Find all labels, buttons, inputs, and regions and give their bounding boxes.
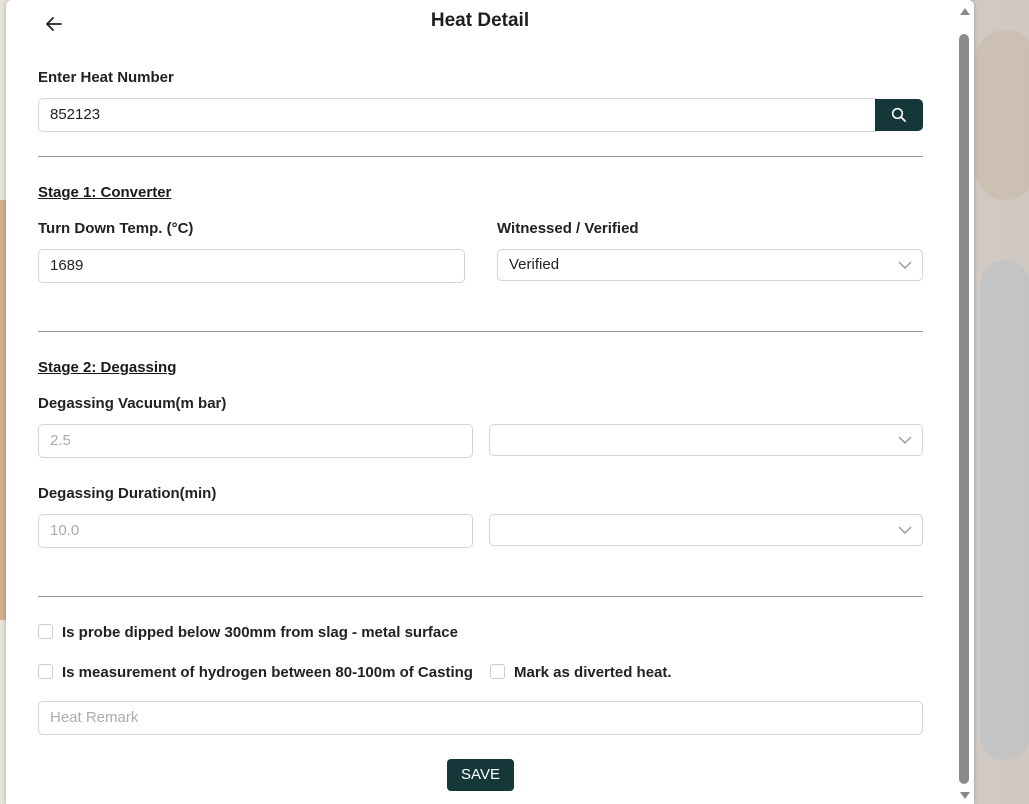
chevron-down-icon: [898, 261, 912, 269]
probe-checkbox-label: Is probe dipped below 300mm from slag - …: [62, 624, 458, 641]
degassing-duration-label: Degassing Duration(min): [38, 485, 217, 502]
degassing-duration-input[interactable]: 10.0: [38, 514, 473, 548]
search-icon: [891, 107, 906, 122]
background-shape: [980, 260, 1029, 760]
heat-remark-input[interactable]: Heat Remark: [38, 701, 923, 735]
divider: [38, 331, 923, 332]
modal-header: Heat Detail: [6, 0, 954, 44]
hydrogen-checkbox-row: Is measurement of hydrogen between 80-10…: [38, 664, 473, 681]
witnessed-select-value: Verified: [509, 256, 560, 273]
diverted-checkbox[interactable]: [490, 664, 505, 679]
save-button[interactable]: SAVE: [447, 759, 514, 791]
probe-checkbox-row: Is probe dipped below 300mm from slag - …: [38, 624, 458, 641]
hydrogen-checkbox[interactable]: [38, 664, 53, 679]
diverted-checkbox-row: Mark as diverted heat.: [490, 664, 672, 681]
chevron-down-icon: [898, 436, 912, 444]
witnessed-label: Witnessed / Verified: [497, 220, 639, 237]
search-button[interactable]: [875, 99, 923, 131]
heat-number-label: Enter Heat Number: [38, 69, 174, 86]
degassing-vacuum-input[interactable]: 2.5: [38, 424, 473, 458]
degassing-vacuum-select[interactable]: [489, 424, 923, 456]
witnessed-select[interactable]: Verified: [497, 249, 923, 281]
scroll-down-icon[interactable]: [959, 791, 971, 801]
divider: [38, 156, 923, 157]
scrollbar-thumb[interactable]: [959, 34, 969, 784]
degassing-duration-select[interactable]: [489, 514, 923, 546]
turn-down-temp-input[interactable]: 1689: [38, 249, 465, 283]
heat-detail-modal: Heat Detail Enter Heat Number 852123 Sta…: [6, 0, 974, 804]
chevron-down-icon: [898, 526, 912, 534]
page-title: Heat Detail: [430, 10, 530, 31]
diverted-checkbox-label: Mark as diverted heat.: [514, 664, 672, 681]
stage1-title: Stage 1: Converter: [38, 184, 172, 201]
heat-number-input[interactable]: 852123: [38, 98, 877, 132]
probe-checkbox[interactable]: [38, 624, 53, 639]
scroll-up-icon[interactable]: [959, 6, 971, 16]
turn-down-temp-label: Turn Down Temp. (°C): [38, 220, 194, 237]
hydrogen-checkbox-label: Is measurement of hydrogen between 80-10…: [62, 664, 473, 681]
divider: [38, 596, 923, 597]
heat-remark-placeholder: Heat Remark: [50, 709, 139, 726]
background-shape: [975, 30, 1029, 200]
degassing-vacuum-label: Degassing Vacuum(m bar): [38, 395, 227, 412]
stage2-title: Stage 2: Degassing: [38, 359, 177, 376]
